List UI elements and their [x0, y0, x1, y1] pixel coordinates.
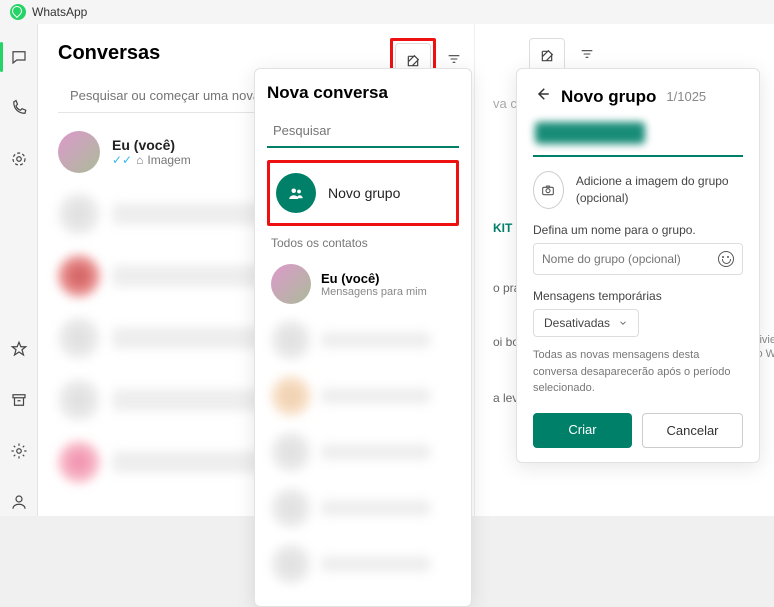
member-count: 1/1025 [666, 89, 706, 104]
app-title: WhatsApp [32, 5, 87, 19]
blurred-text [112, 389, 272, 411]
contact-item[interactable] [267, 536, 459, 592]
blurred-text [112, 451, 272, 473]
blurred-text [321, 556, 431, 572]
selected-members-row[interactable] [533, 118, 743, 157]
avatar [271, 488, 311, 528]
contact-item[interactable] [267, 480, 459, 536]
avatar [271, 544, 311, 584]
avatar [58, 317, 100, 359]
chevron-down-icon [618, 318, 628, 328]
contact-search-input[interactable] [267, 115, 459, 148]
chat-name: Eu (você) [112, 137, 191, 153]
contact-sub: Mensagens para mim [321, 286, 427, 298]
rail-archive[interactable] [10, 391, 28, 414]
blurred-text [112, 327, 272, 349]
panel-title: Nova conversa [267, 83, 459, 103]
new-group-panel: Novo grupo 1/1025 Adicione a imagem do g… [516, 68, 760, 463]
temp-messages-select[interactable]: Desativadas [533, 309, 639, 337]
contact-name: Eu (você) [321, 271, 427, 286]
user-icon [10, 493, 28, 511]
blurred-text [321, 332, 431, 348]
nav-rail [0, 24, 38, 516]
whatsapp-logo-icon [10, 4, 26, 20]
gear-icon [10, 442, 28, 460]
avatar [58, 255, 100, 297]
temp-messages-value: Desativadas [544, 316, 610, 330]
chat-subtitle: ✓✓ ⌂ Imagem [112, 153, 191, 167]
group-icon-circle [276, 173, 316, 213]
avatar [271, 264, 311, 304]
arrow-left-icon [533, 85, 551, 103]
chat-icon [10, 48, 28, 66]
avatar [58, 441, 100, 483]
panel-title: Novo grupo [561, 87, 656, 107]
photo-badge-icon: ⌂ [136, 153, 143, 167]
compose-icon [539, 48, 555, 64]
emoji-icon[interactable] [718, 251, 734, 267]
titlebar: WhatsApp [0, 0, 774, 24]
filter-icon [446, 51, 462, 67]
filter-icon [579, 46, 595, 62]
avatar [271, 376, 311, 416]
rail-status[interactable] [10, 150, 28, 173]
group-name-label: Defina um nome para o grupo. [533, 223, 743, 237]
add-group-image-button[interactable] [533, 171, 564, 209]
read-tick-icon: ✓✓ [112, 153, 132, 167]
blurred-text [321, 388, 431, 404]
blurred-text [321, 444, 431, 460]
member-chip[interactable] [535, 122, 645, 144]
cancel-button[interactable]: Cancelar [642, 413, 743, 448]
status-icon [10, 150, 28, 168]
rail-settings[interactable] [10, 442, 28, 465]
contact-item[interactable] [267, 312, 459, 368]
contact-self[interactable]: Eu (você) Mensagens para mim [267, 256, 459, 312]
rail-starred[interactable] [10, 340, 28, 363]
avatar [58, 379, 100, 421]
archive-icon [10, 391, 28, 409]
new-group-option[interactable]: Novo grupo [267, 160, 459, 226]
create-button[interactable]: Criar [533, 413, 632, 448]
rail-profile[interactable] [10, 493, 28, 516]
phone-icon [10, 99, 28, 117]
blurred-text [321, 500, 431, 516]
avatar [271, 432, 311, 472]
group-name-input[interactable] [542, 252, 718, 266]
add-image-label: Adicione a imagem do grupo (opcional) [576, 173, 743, 207]
group-icon [287, 184, 305, 202]
blurred-text [112, 265, 272, 287]
avatar [58, 131, 100, 173]
avatar [271, 320, 311, 360]
contacts-section-label: Todos os contatos [267, 226, 459, 256]
avatar [58, 193, 100, 235]
temp-messages-desc: Todas as novas mensagens desta conversa … [533, 347, 743, 397]
temp-messages-label: Mensagens temporárias [533, 289, 743, 303]
contact-item[interactable] [267, 424, 459, 480]
filter-button-2[interactable] [579, 46, 595, 67]
blurred-text [112, 203, 272, 225]
rail-chats[interactable] [10, 48, 28, 71]
camera-icon [540, 182, 556, 198]
edge-text: ivie [759, 334, 774, 346]
rail-calls[interactable] [10, 99, 28, 122]
star-icon [10, 340, 28, 358]
new-conversation-panel: Nova conversa Novo grupo Todos os contat… [254, 68, 472, 607]
new-group-label: Novo grupo [328, 185, 400, 201]
back-button[interactable] [533, 85, 551, 108]
compose-icon [405, 53, 421, 69]
contact-item[interactable] [267, 368, 459, 424]
